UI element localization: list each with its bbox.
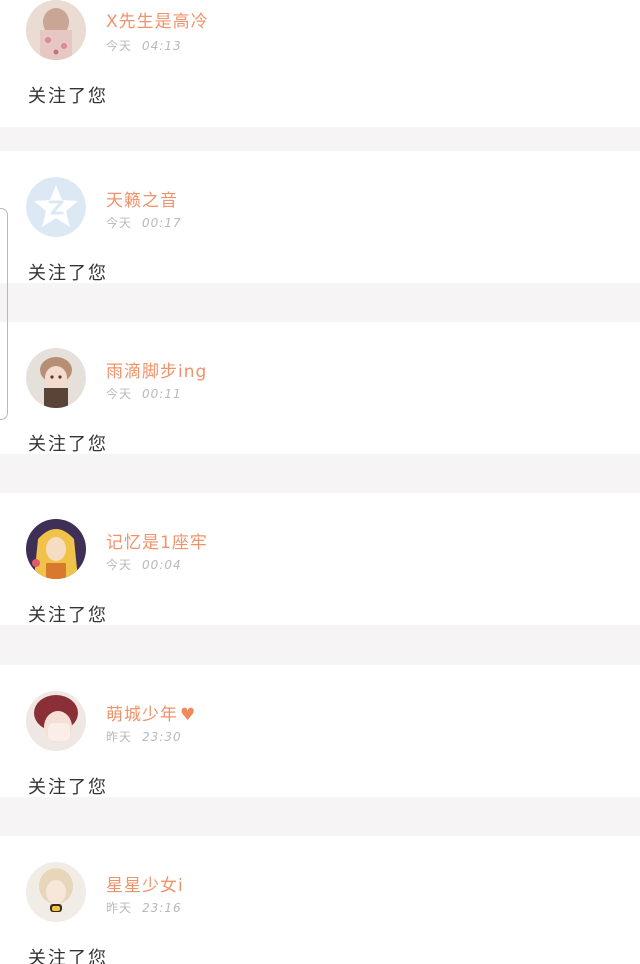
notification-card[interactable]: 雨滴脚步ing 今天 00:11 关注了您 [0, 322, 640, 455]
notification-text: 关注了您 [28, 605, 108, 626]
notification-card[interactable]: 记忆是1座牢 今天 00:04 关注了您 [0, 493, 640, 626]
notification-card[interactable]: X先生是高冷 今天 04:13 关注了您 [0, 0, 640, 127]
notification-text: 关注了您 [28, 948, 108, 964]
avatar[interactable] [26, 862, 86, 922]
avatar[interactable] [26, 348, 86, 408]
notification-text: 关注了您 [28, 777, 108, 798]
default-avatar-icon [26, 177, 86, 237]
user-name[interactable]: 星星少女i [106, 871, 184, 896]
notification-card[interactable]: 星星少女i 昨天 23:16 关注了您 [0, 836, 640, 964]
timestamp: 今天 00:17 [106, 216, 182, 230]
user-name[interactable]: X先生是高冷 [106, 7, 209, 32]
avatar[interactable] [26, 0, 86, 60]
avatar-image [26, 348, 86, 408]
notification-text: 关注了您 [28, 263, 108, 284]
notification-text: 关注了您 [28, 434, 108, 455]
user-name[interactable]: 雨滴脚步ing [106, 357, 207, 382]
avatar[interactable] [26, 519, 86, 579]
timestamp: 昨天 23:16 [106, 901, 182, 915]
avatar[interactable] [26, 177, 86, 237]
avatar-image [26, 0, 86, 60]
avatar-image [26, 519, 86, 579]
timestamp: 昨天 23:30 [106, 730, 182, 744]
avatar[interactable] [26, 691, 86, 751]
timestamp: 今天 04:13 [106, 39, 182, 53]
notification-text: 关注了您 [28, 86, 108, 107]
avatar-image [26, 862, 86, 922]
side-drawer-handle[interactable] [0, 208, 8, 420]
user-name[interactable]: 萌城少年 ♥ [106, 700, 196, 725]
notification-card[interactable]: 萌城少年 ♥ 昨天 23:30 关注了您 [0, 665, 640, 798]
follower-notification-list: X先生是高冷 今天04:13 关注了您 天籁之音 今天00:17 关注了您 [0, 0, 640, 964]
user-name[interactable]: 记忆是1座牢 [106, 528, 208, 553]
timestamp: 今天 00:04 [106, 558, 182, 572]
timestamp: 今天 00:11 [106, 387, 182, 401]
notification-card[interactable]: 天籁之音 今天 00:17 关注了您 [0, 151, 640, 284]
heart-icon: ♥ [180, 705, 197, 725]
user-name[interactable]: 天籁之音 [106, 186, 178, 211]
avatar-image [26, 691, 86, 751]
